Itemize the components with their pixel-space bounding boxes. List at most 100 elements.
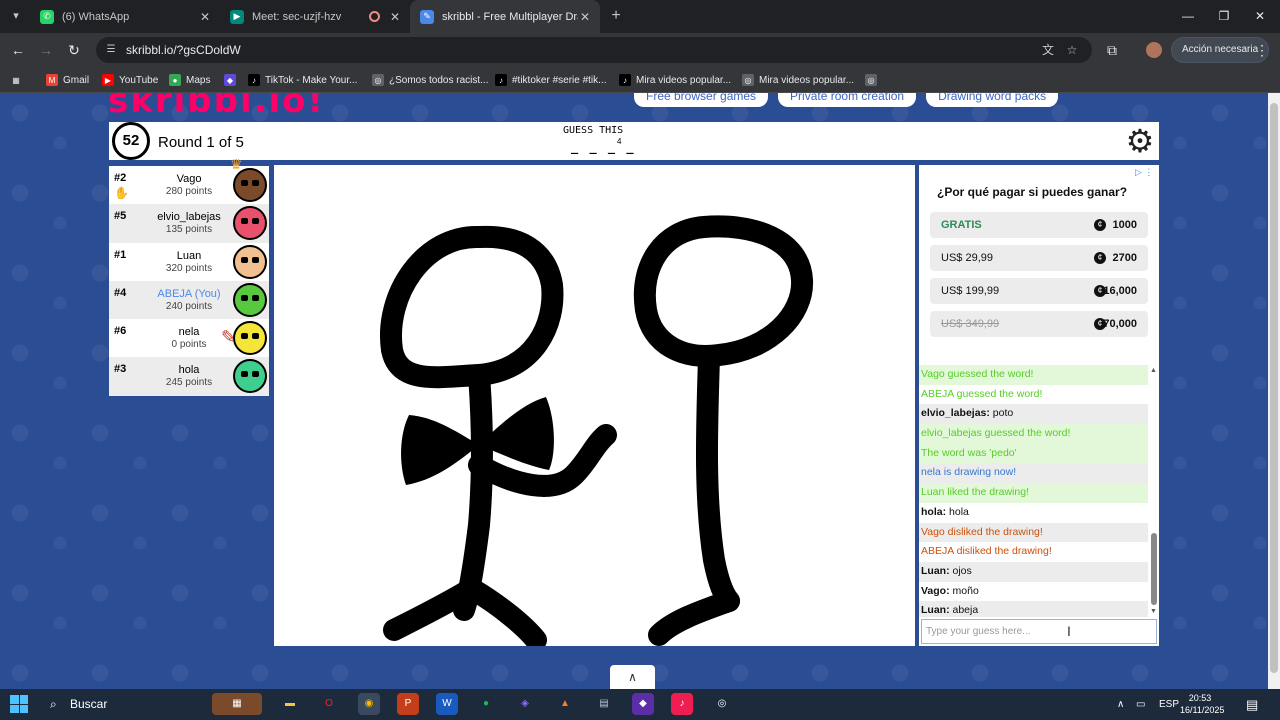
site-info-icon[interactable]: ☰ <box>104 43 118 57</box>
taskbar-clock[interactable]: 20:53 16/11/2025 <box>1180 692 1224 716</box>
player-rank: #1 <box>114 248 127 261</box>
translate-icon[interactable]: 文 <box>1040 42 1056 58</box>
close-tab-icon[interactable]: ✕ <box>388 10 402 24</box>
apps-icon[interactable]: ▦ <box>10 72 27 88</box>
tab-search-icon[interactable]: ▾ <box>6 6 26 26</box>
player-row[interactable]: #5 elvio_labejas 135 points <box>109 204 269 243</box>
tab-whatsapp[interactable]: ✆ (6) WhatsApp ✕ <box>30 0 220 33</box>
link-drawing-word-packs[interactable]: Drawing word packs <box>926 93 1059 107</box>
link-private-room-creation[interactable]: Private room creation <box>778 93 917 107</box>
chat-message: nela is drawing now! <box>919 463 1148 484</box>
chrome-icon[interactable]: ◉ <box>358 693 380 715</box>
address-bar[interactable]: ☰ skribbl.io/?gsCDoldW 文 ☆ <box>96 37 1092 63</box>
calculator-icon[interactable]: ▤ <box>593 693 615 715</box>
offer-row[interactable]: US$ 199,99 ¢ 16,000 <box>930 278 1148 304</box>
drawing-canvas[interactable] <box>274 165 915 646</box>
app-purple-icon[interactable]: ◆ <box>632 693 654 715</box>
player-row[interactable]: #6 nela 0 points ✎ <box>109 319 269 357</box>
chat-scroll-thumb[interactable] <box>1151 533 1157 605</box>
offer-price: US$ 29,99 <box>941 252 993 264</box>
bookmark-icon: ◆ <box>224 74 236 86</box>
avatar <box>233 206 267 241</box>
ad-panel[interactable]: ▷ ⋮ ¿Por qué pagar si puedes ganar? GRAT… <box>919 165 1159 365</box>
opera-icon[interactable]: O <box>318 693 340 715</box>
chat-message: hola: hola <box>921 505 969 518</box>
bookmark-mira-2[interactable]: ◎ Mira videos popular... <box>742 72 854 88</box>
minimize-button[interactable]: — <box>1170 0 1206 33</box>
bookmark-unnamed[interactable]: ◆ <box>224 72 241 88</box>
word-icon[interactable]: W <box>436 693 458 715</box>
player-name: Vago <box>176 173 202 185</box>
chat-scrollbar[interactable]: ▲ ▼ <box>1149 365 1159 617</box>
scroll-up-icon[interactable]: ▲ <box>1150 367 1157 374</box>
offer-row[interactable]: US$ 349,99 ¢ 70,000 <box>930 311 1148 337</box>
reload-button[interactable]: ↻ <box>64 40 84 60</box>
file-explorer-icon[interactable]: ▬ <box>279 693 301 715</box>
skribbl-logo[interactable]: skribbl.io! <box>108 93 325 121</box>
avatar <box>233 321 267 356</box>
chat-messages: Vago guessed the word! ABEJA guessed the… <box>919 365 1148 617</box>
timer-clock: 52 <box>112 122 150 160</box>
close-tab-icon[interactable]: ✕ <box>198 10 212 24</box>
scroll-down-icon[interactable]: ▼ <box>1150 608 1157 615</box>
expand-up-button[interactable]: ∧ <box>610 665 655 689</box>
taskbar-search[interactable]: ⌕ Buscar <box>40 689 200 720</box>
avast-icon[interactable]: ▲ <box>554 693 576 715</box>
offer-row[interactable]: GRATIS ¢ 1000 <box>930 212 1148 238</box>
avatar <box>233 359 267 394</box>
chat-message: elvio_labejas: poto <box>919 404 1148 425</box>
skribbl-page: skribbl.io! Free browser games Private r… <box>0 93 1280 689</box>
player-name: elvio_labejas <box>157 211 221 224</box>
tab-skribbl[interactable]: ✎ skribbl - Free Multiplayer Drawing ✕ <box>410 0 600 33</box>
page-scrollbar[interactable] <box>1268 93 1280 689</box>
link-free-browser-games[interactable]: Free browser games <box>634 93 769 107</box>
notification-icon[interactable]: ▤ <box>1246 689 1258 720</box>
menu-dots-icon[interactable]: ⋮ <box>1254 41 1270 59</box>
close-window-button[interactable]: ✕ <box>1242 0 1278 33</box>
tray-chevron-icon[interactable]: ∧ <box>1117 689 1124 720</box>
right-figure-leg <box>648 590 740 646</box>
offer-row[interactable]: US$ 29,99 ¢ 2700 <box>930 245 1148 271</box>
tiktok-icon[interactable]: ♪ <box>671 693 693 715</box>
gear-icon[interactable]: ⚙ <box>1123 124 1157 158</box>
player-row[interactable]: #4 ABEJA (You) 240 points <box>109 280 269 320</box>
bookmark-gmail[interactable]: M Gmail <box>46 72 89 88</box>
bookmark-maps[interactable]: ● Maps <box>169 72 210 88</box>
player-row[interactable]: #1 Luan 320 points <box>109 243 269 281</box>
bookmark-tiktoker[interactable]: ♪ #tiktoker #serie #tik... <box>495 72 606 88</box>
news-widget-icon[interactable]: ▦ <box>212 693 262 715</box>
guess-input[interactable] <box>921 619 1157 644</box>
copilot-icon[interactable]: ◈ <box>514 693 536 715</box>
new-tab-button[interactable]: + <box>606 6 626 26</box>
powerpoint-icon[interactable]: P <box>397 693 419 715</box>
spotify-icon[interactable]: ● <box>475 693 497 715</box>
bookmark-youtube[interactable]: ▶ YouTube <box>102 72 158 88</box>
player-row[interactable]: #3 hola 245 points <box>109 357 269 396</box>
network-icon[interactable]: ▭ <box>1136 689 1145 720</box>
bookmark-star-icon[interactable]: ☆ <box>1064 42 1080 58</box>
back-button[interactable]: ← <box>8 40 28 60</box>
player-rank: #3 <box>114 363 127 376</box>
bookmark-racist[interactable]: ◎ ¿Somos todos racist... <box>372 72 488 88</box>
tab-meet[interactable]: ▶ Meet: sec-uzjf-hzv ✕ <box>220 0 410 33</box>
bookmark-globe[interactable]: ◎ <box>865 72 882 88</box>
player-row[interactable]: #2 ✋ Vago 280 points ♛ <box>109 156 269 204</box>
maximize-button[interactable]: ❐ <box>1206 0 1242 33</box>
chat-message: Vago guessed the word! <box>919 365 1148 385</box>
ad-choices-icon[interactable]: ▷ ⋮ <box>1135 167 1153 178</box>
bookmark-tiktok[interactable]: ♪ TikTok - Make Your... <box>248 72 357 88</box>
offer-coins: 2700 <box>1112 252 1137 264</box>
offer-price: GRATIS <box>941 219 982 231</box>
language-indicator[interactable]: ESP <box>1159 689 1179 720</box>
page-scroll-thumb[interactable] <box>1270 103 1278 673</box>
bookmark-mira-1[interactable]: ♪ Mira videos popular... <box>619 72 731 88</box>
forward-button[interactable]: → <box>36 40 56 60</box>
tab-title: (6) WhatsApp <box>62 10 130 23</box>
close-tab-icon[interactable]: ✕ <box>578 10 592 24</box>
extensions-icon[interactable]: ⧉ <box>1102 40 1122 60</box>
browser-toolbar: ← → ↻ ☰ skribbl.io/?gsCDoldW 文 ☆ ⧉ Acció… <box>0 33 1280 67</box>
windows-start-icon[interactable] <box>10 695 28 713</box>
obs-icon[interactable]: ◎ <box>711 693 733 715</box>
player-rank: #2 <box>114 172 127 184</box>
avatar[interactable] <box>1146 42 1162 58</box>
